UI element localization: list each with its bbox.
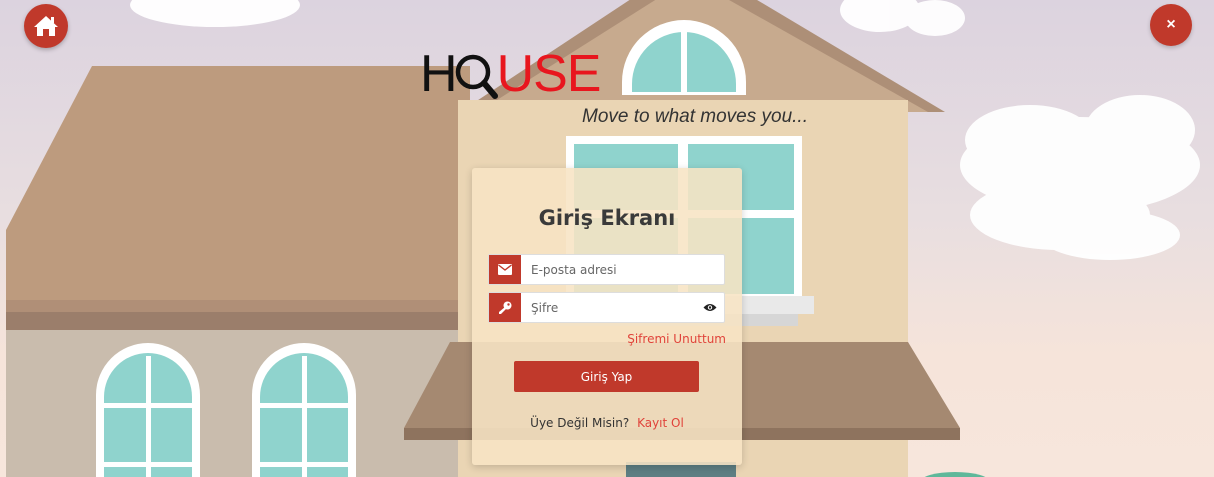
login-title: Giriş Ekranı: [538, 206, 676, 230]
logo-text-use: USE: [496, 45, 602, 103]
forgot-password-link[interactable]: Şifremi Unuttum: [627, 332, 726, 346]
home-button[interactable]: [24, 4, 68, 48]
tagline: Move to what moves you...: [582, 106, 808, 127]
password-input[interactable]: [521, 293, 696, 322]
login-button[interactable]: Giriş Yap: [514, 361, 699, 392]
login-card: Giriş Ekranı Şifremi Unuttum: [472, 168, 742, 465]
magnifier-icon: [455, 46, 498, 102]
close-button[interactable]: ×: [1150, 4, 1192, 46]
home-icon: [33, 14, 59, 38]
signup-link[interactable]: Kayıt Ol: [637, 416, 684, 430]
email-input[interactable]: [521, 255, 724, 284]
not-member-label: Üye Değil Misin?: [530, 416, 630, 430]
logo-text-h: H: [420, 45, 458, 103]
email-field: [488, 254, 725, 285]
eye-icon[interactable]: [696, 293, 724, 322]
close-icon: ×: [1166, 16, 1176, 33]
logo: H USE: [420, 45, 602, 103]
signup-row: Üye Değil Misin? Kayıt Ol: [472, 416, 742, 430]
key-icon: [489, 293, 521, 322]
envelope-icon: [489, 255, 521, 284]
password-field: [488, 292, 725, 323]
